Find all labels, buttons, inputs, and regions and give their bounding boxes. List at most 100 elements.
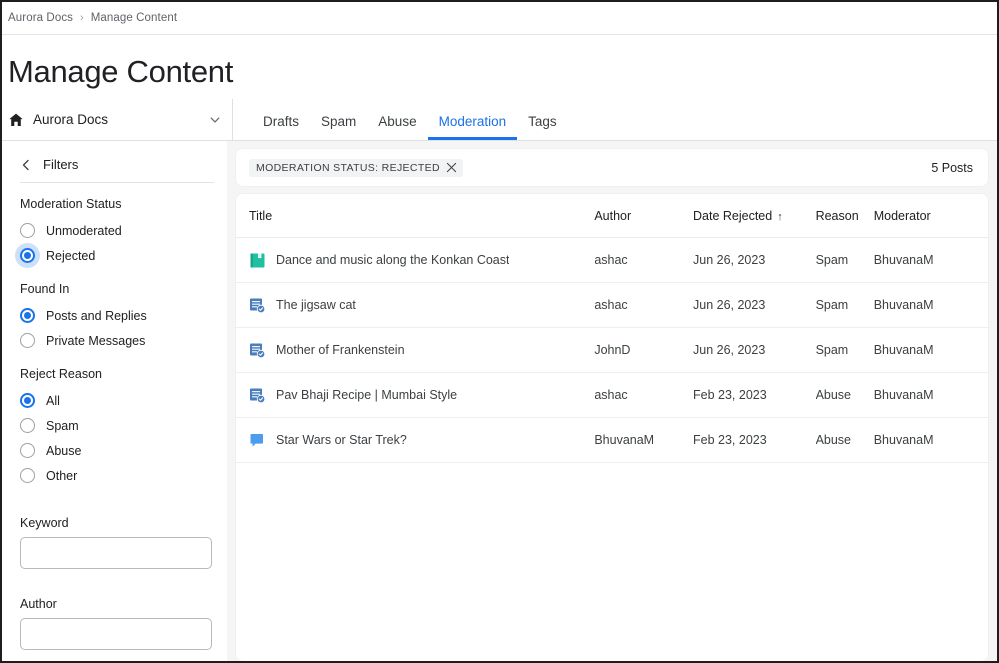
cell-date: Jun 26, 2023 bbox=[693, 237, 816, 283]
close-icon[interactable] bbox=[446, 162, 457, 173]
cell-title: Mother of Frankenstein bbox=[236, 327, 595, 373]
radio-label: Other bbox=[46, 468, 78, 483]
radio-reason-spam[interactable]: Spam bbox=[20, 413, 212, 438]
filter-group-title: Moderation Status bbox=[20, 197, 122, 211]
tab-spam[interactable]: Spam bbox=[310, 114, 367, 141]
page-title: Manage Content bbox=[8, 53, 234, 89]
content-table: Title Author Date Rejected ↑ Reason Mode… bbox=[236, 194, 988, 463]
radio-private-messages[interactable]: Private Messages bbox=[20, 328, 212, 353]
home-icon bbox=[9, 113, 23, 126]
blog-post-icon bbox=[250, 343, 266, 358]
cell-reason: Spam bbox=[815, 282, 874, 328]
cell-moderator: BhuvanaM bbox=[873, 282, 988, 328]
filter-group-reject-reason: Reject Reason All Spam Abuse Other bbox=[2, 353, 226, 488]
tab-bar: Drafts Spam Abuse Moderation Tags bbox=[233, 99, 997, 140]
cell-moderator: BhuvanaM bbox=[873, 372, 988, 418]
radio-reason-abuse[interactable]: Abuse bbox=[20, 438, 212, 463]
filter-group-moderation-status: Moderation Status Unmoderated Rejected bbox=[2, 183, 226, 268]
radio-icon bbox=[20, 248, 35, 263]
cell-reason: Spam bbox=[815, 237, 874, 283]
radio-icon bbox=[20, 418, 35, 433]
row-title-link[interactable]: Pav Bhaji Recipe | Mumbai Style bbox=[276, 388, 457, 402]
radio-rejected[interactable]: Rejected bbox=[20, 243, 212, 268]
cell-date: Feb 23, 2023 bbox=[693, 417, 816, 463]
column-header-title[interactable]: Title bbox=[236, 194, 595, 238]
breadcrumb-item-current: Manage Content bbox=[90, 12, 178, 24]
body: Filters Moderation Status Unmoderated Re… bbox=[2, 141, 997, 661]
page-title-container: Manage Content bbox=[2, 35, 997, 99]
filter-group-found-in: Found In Posts and Replies Private Messa… bbox=[2, 268, 226, 353]
cell-moderator: BhuvanaM bbox=[873, 327, 988, 373]
radio-icon bbox=[20, 333, 35, 348]
tab-drafts[interactable]: Drafts bbox=[252, 114, 310, 141]
blog-post-icon bbox=[250, 388, 266, 403]
radio-label: Unmoderated bbox=[46, 223, 122, 238]
breadcrumb-separator-icon: › bbox=[80, 11, 84, 24]
cell-author: ashac bbox=[594, 237, 693, 283]
radio-icon bbox=[20, 443, 35, 458]
cell-date: Feb 23, 2023 bbox=[693, 372, 816, 418]
cell-moderator: BhuvanaM bbox=[873, 237, 988, 283]
author-input[interactable] bbox=[20, 618, 212, 650]
radio-label: Spam bbox=[46, 418, 79, 433]
filter-chip-label: MODERATION STATUS: REJECTED bbox=[256, 161, 440, 174]
keyword-input[interactable] bbox=[20, 537, 212, 569]
cell-moderator: BhuvanaM bbox=[873, 417, 988, 463]
row-title-link[interactable]: Star Wars or Star Trek? bbox=[276, 433, 407, 447]
filters-header[interactable]: Filters bbox=[2, 141, 226, 182]
tab-tags[interactable]: Tags bbox=[517, 114, 568, 141]
row-title-link[interactable]: The jigsaw cat bbox=[276, 298, 356, 312]
discussion-icon bbox=[250, 433, 263, 447]
breadcrumb-item-root[interactable]: Aurora Docs bbox=[8, 12, 73, 24]
column-header-reason[interactable]: Reason bbox=[815, 194, 874, 238]
table-row[interactable]: The jigsaw cat ashac Jun 26, 2023 Spam B… bbox=[236, 282, 988, 328]
radio-reason-other[interactable]: Other bbox=[20, 463, 212, 488]
column-header-moderator-label: Moderator bbox=[873, 209, 931, 223]
radio-icon bbox=[20, 468, 35, 483]
table-row[interactable]: Dance and music along the Konkan Coast a… bbox=[236, 237, 988, 283]
radio-posts-and-replies[interactable]: Posts and Replies bbox=[20, 303, 212, 328]
tab-abuse[interactable]: Abuse bbox=[367, 114, 427, 141]
column-header-author[interactable]: Author bbox=[594, 194, 693, 238]
cell-reason: Abuse bbox=[815, 372, 874, 418]
cell-author: ashac bbox=[594, 282, 693, 328]
knowledge-base-article-icon bbox=[250, 253, 265, 267]
table-row[interactable]: Star Wars or Star Trek? BhuvanaM Feb 23,… bbox=[236, 417, 988, 463]
row-title-link[interactable]: Dance and music along the Konkan Coast bbox=[276, 253, 509, 267]
cell-reason: Abuse bbox=[815, 417, 874, 463]
chevron-left-icon bbox=[22, 159, 29, 170]
row-title-link[interactable]: Mother of Frankenstein bbox=[276, 343, 405, 357]
radio-icon bbox=[20, 393, 35, 408]
cell-date: Jun 26, 2023 bbox=[693, 282, 816, 328]
filter-chip-moderation-status[interactable]: MODERATION STATUS: REJECTED bbox=[249, 158, 463, 177]
table-row[interactable]: Pav Bhaji Recipe | Mumbai Style ashac Fe… bbox=[236, 372, 988, 418]
tab-moderation[interactable]: Moderation bbox=[427, 114, 518, 140]
site-selector-label: Aurora Docs bbox=[33, 112, 109, 127]
radio-label: Rejected bbox=[46, 248, 96, 263]
cell-title: The jigsaw cat bbox=[236, 282, 595, 328]
column-header-date-rejected[interactable]: Date Rejected ↑ bbox=[693, 194, 816, 238]
column-header-moderator[interactable]: Moderator bbox=[873, 194, 988, 238]
radio-unmoderated[interactable]: Unmoderated bbox=[20, 218, 212, 243]
radio-reason-all[interactable]: All bbox=[20, 388, 212, 413]
column-header-title-label: Title bbox=[249, 209, 273, 223]
column-header-reason-label: Reason bbox=[815, 209, 859, 223]
author-label: Author bbox=[20, 597, 57, 611]
cell-title: Pav Bhaji Recipe | Mumbai Style bbox=[236, 372, 595, 418]
blog-post-icon bbox=[250, 298, 266, 313]
cell-author: ashac bbox=[594, 372, 693, 418]
column-header-date-label: Date Rejected bbox=[693, 209, 773, 223]
app-window: Aurora Docs › Manage Content Manage Cont… bbox=[0, 0, 999, 663]
result-count: 5 Posts bbox=[931, 160, 973, 175]
content-table-card: Title Author Date Rejected ↑ Reason Mode… bbox=[236, 194, 988, 661]
cell-date: Jun 26, 2023 bbox=[693, 327, 816, 373]
filters-sidebar: Filters Moderation Status Unmoderated Re… bbox=[2, 141, 227, 661]
filter-group-title: Reject Reason bbox=[20, 367, 102, 381]
radio-icon bbox=[20, 308, 35, 323]
filter-chip-bar: MODERATION STATUS: REJECTED 5 Posts bbox=[236, 149, 988, 186]
column-header-author-label: Author bbox=[594, 209, 632, 223]
cell-author: JohnD bbox=[594, 327, 693, 373]
cell-title: Dance and music along the Konkan Coast bbox=[236, 237, 595, 283]
table-row[interactable]: Mother of Frankenstein JohnD Jun 26, 202… bbox=[236, 327, 988, 373]
site-selector[interactable]: Aurora Docs bbox=[2, 99, 233, 140]
